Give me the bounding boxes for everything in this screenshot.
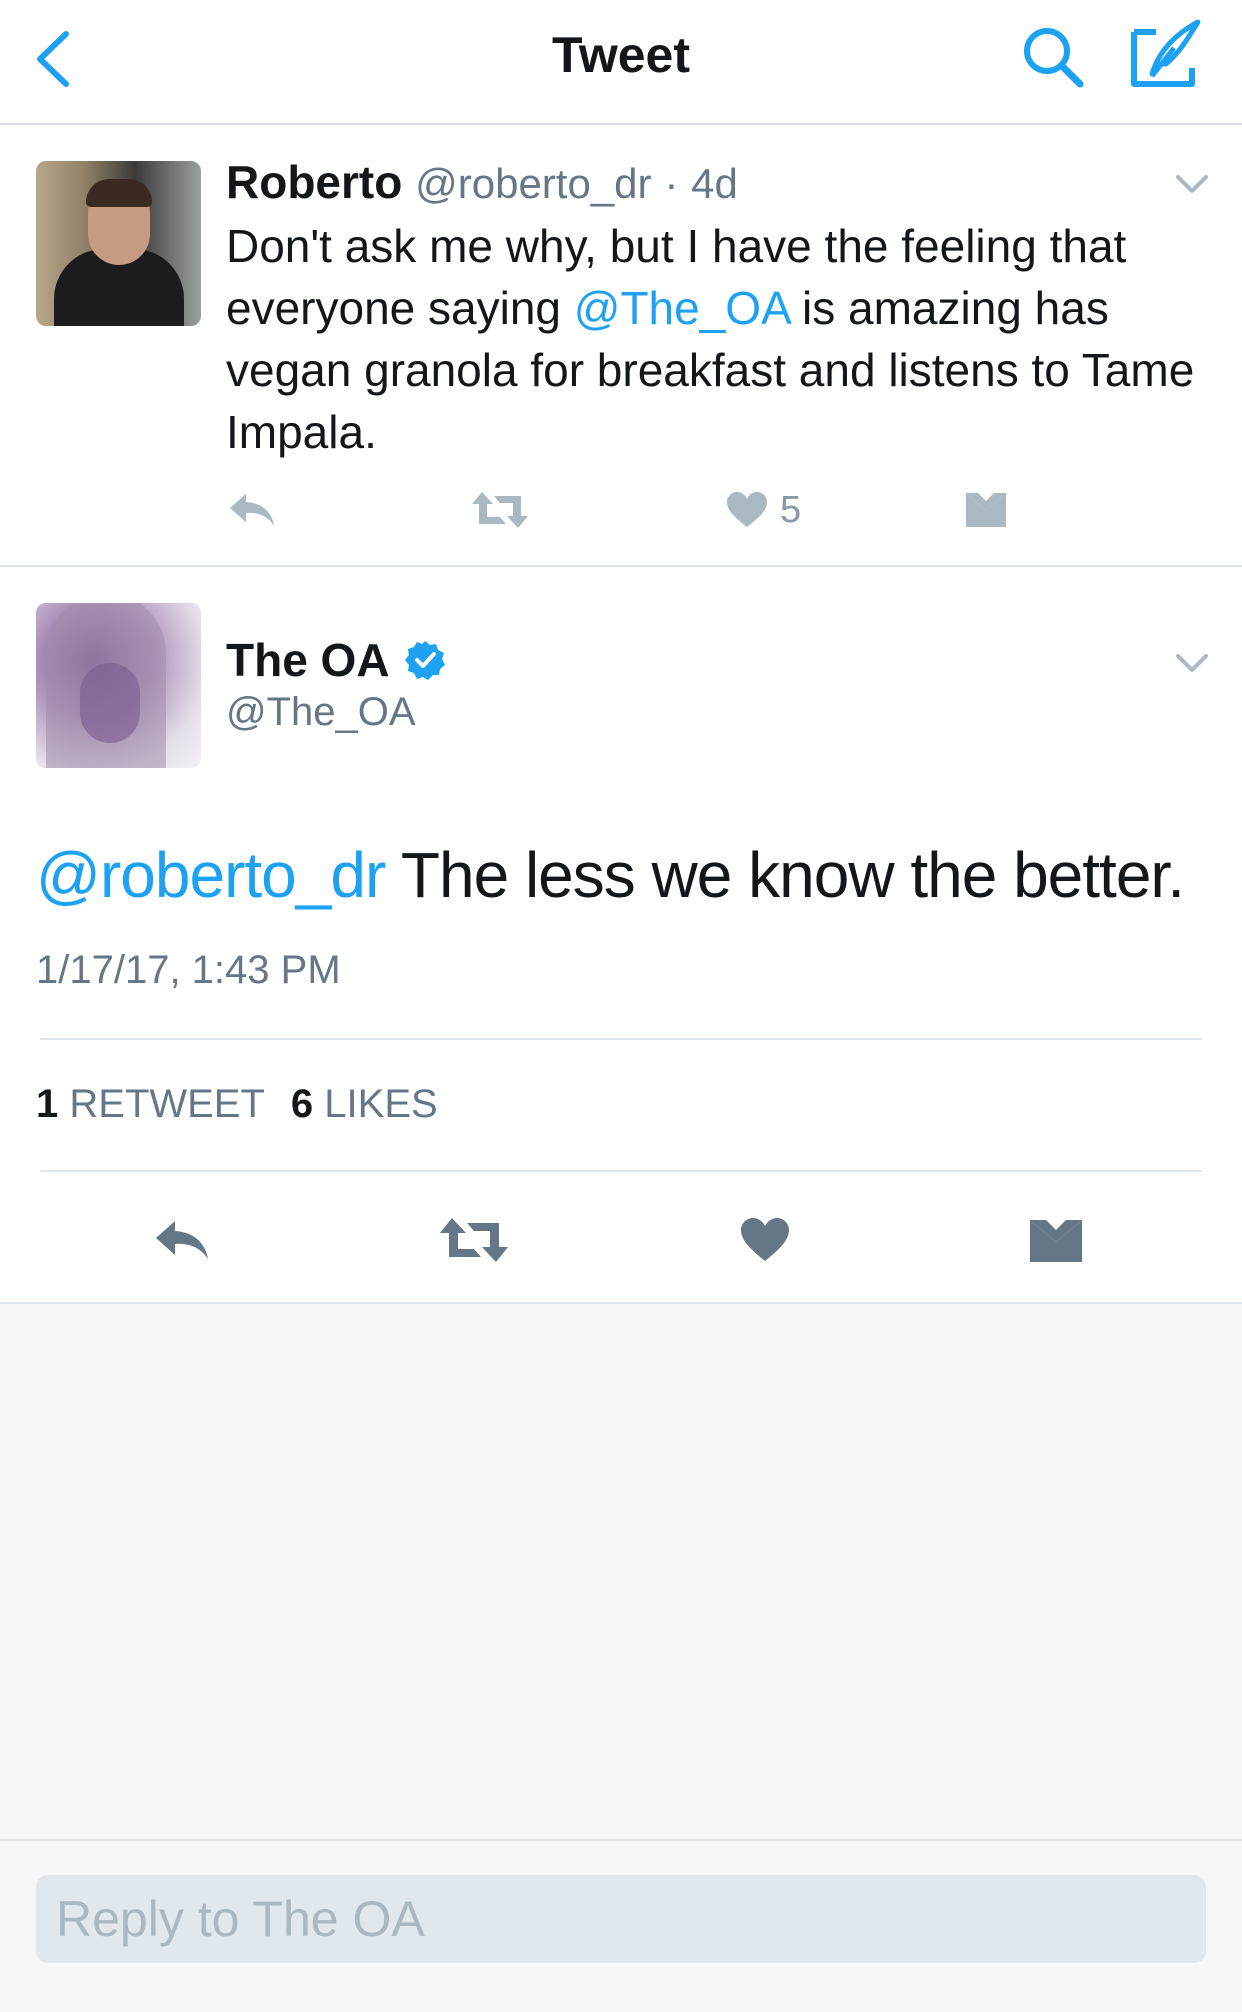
chevron-down-icon bbox=[1176, 654, 1208, 672]
retweet-label: RETWEET bbox=[69, 1082, 265, 1126]
tweet-text: @roberto_dr The less we know the better. bbox=[36, 838, 1185, 912]
tweet-text: Don't ask me why, but I have the feeling… bbox=[226, 215, 1216, 463]
tweet-actions bbox=[0, 1205, 1242, 1275]
retweet-count: 1 bbox=[36, 1082, 59, 1126]
retweet-icon bbox=[472, 492, 528, 528]
likes-count: 6 bbox=[290, 1082, 314, 1126]
chevron-down-icon bbox=[1176, 175, 1208, 193]
tweet-time: 4d bbox=[691, 160, 738, 207]
reply-button[interactable] bbox=[152, 1205, 212, 1275]
envelope-icon bbox=[966, 493, 1006, 527]
retweet-icon bbox=[440, 1218, 508, 1262]
direct-message-button[interactable] bbox=[964, 480, 1008, 540]
tweet-timestamp: 1/17/17, 1:43 PM bbox=[36, 948, 341, 992]
envelope-icon bbox=[1030, 1220, 1082, 1262]
heart-icon bbox=[727, 492, 767, 527]
likes-stat[interactable]: 6 LIKES bbox=[291, 1082, 438, 1127]
search-icon bbox=[1024, 28, 1084, 88]
divider bbox=[40, 1170, 1202, 1172]
mention-link[interactable]: @roberto_dr bbox=[36, 839, 386, 911]
likes-label: LIKES bbox=[324, 1082, 438, 1126]
author-name[interactable]: Roberto bbox=[226, 156, 402, 208]
reply-bar bbox=[0, 1839, 1242, 2012]
author-handle: @roberto_dr bbox=[415, 160, 652, 207]
tweet-header: Roberto @roberto_dr · 4d bbox=[226, 155, 738, 209]
like-button[interactable]: 5 bbox=[726, 480, 801, 540]
like-button[interactable] bbox=[740, 1205, 790, 1275]
heart-icon bbox=[741, 1218, 789, 1261]
reply-button[interactable] bbox=[226, 480, 278, 540]
tweet-actions: 5 bbox=[0, 480, 1242, 540]
tweet-text-part: The less we know the better. bbox=[385, 839, 1185, 911]
separator-dot: · bbox=[664, 160, 679, 207]
avatar[interactable] bbox=[36, 603, 201, 768]
author-name[interactable]: The OA bbox=[226, 633, 390, 687]
retweet-stat[interactable]: 1 RETWEET bbox=[36, 1082, 265, 1127]
tweet-options-button[interactable] bbox=[1175, 652, 1209, 674]
parent-tweet[interactable]: Roberto @roberto_dr · 4d Don't ask me wh… bbox=[0, 125, 1242, 567]
tweet-stats: 1 RETWEET 6 LIKES bbox=[36, 1082, 464, 1127]
avatar[interactable] bbox=[36, 161, 201, 326]
author-name-row: The OA bbox=[226, 633, 446, 687]
navigation-bar: Tweet bbox=[0, 0, 1242, 125]
tweet-options-button[interactable] bbox=[1175, 173, 1209, 195]
direct-message-button[interactable] bbox=[1028, 1205, 1084, 1275]
retweet-button[interactable] bbox=[438, 1205, 510, 1275]
replies-area bbox=[0, 1304, 1242, 1839]
reply-icon bbox=[156, 1221, 208, 1259]
mention-link[interactable]: @The_OA bbox=[574, 282, 789, 334]
reply-input[interactable] bbox=[36, 1875, 1206, 1963]
retweet-button[interactable] bbox=[470, 480, 530, 540]
search-button[interactable] bbox=[1020, 24, 1086, 90]
author-handle: @The_OA bbox=[226, 690, 416, 734]
compose-tweet-icon bbox=[1131, 19, 1201, 87]
like-count: 5 bbox=[780, 488, 802, 531]
verified-badge-icon bbox=[404, 641, 445, 680]
reply-icon bbox=[230, 494, 274, 526]
compose-tweet-button[interactable] bbox=[1128, 18, 1202, 90]
divider bbox=[40, 1038, 1202, 1040]
